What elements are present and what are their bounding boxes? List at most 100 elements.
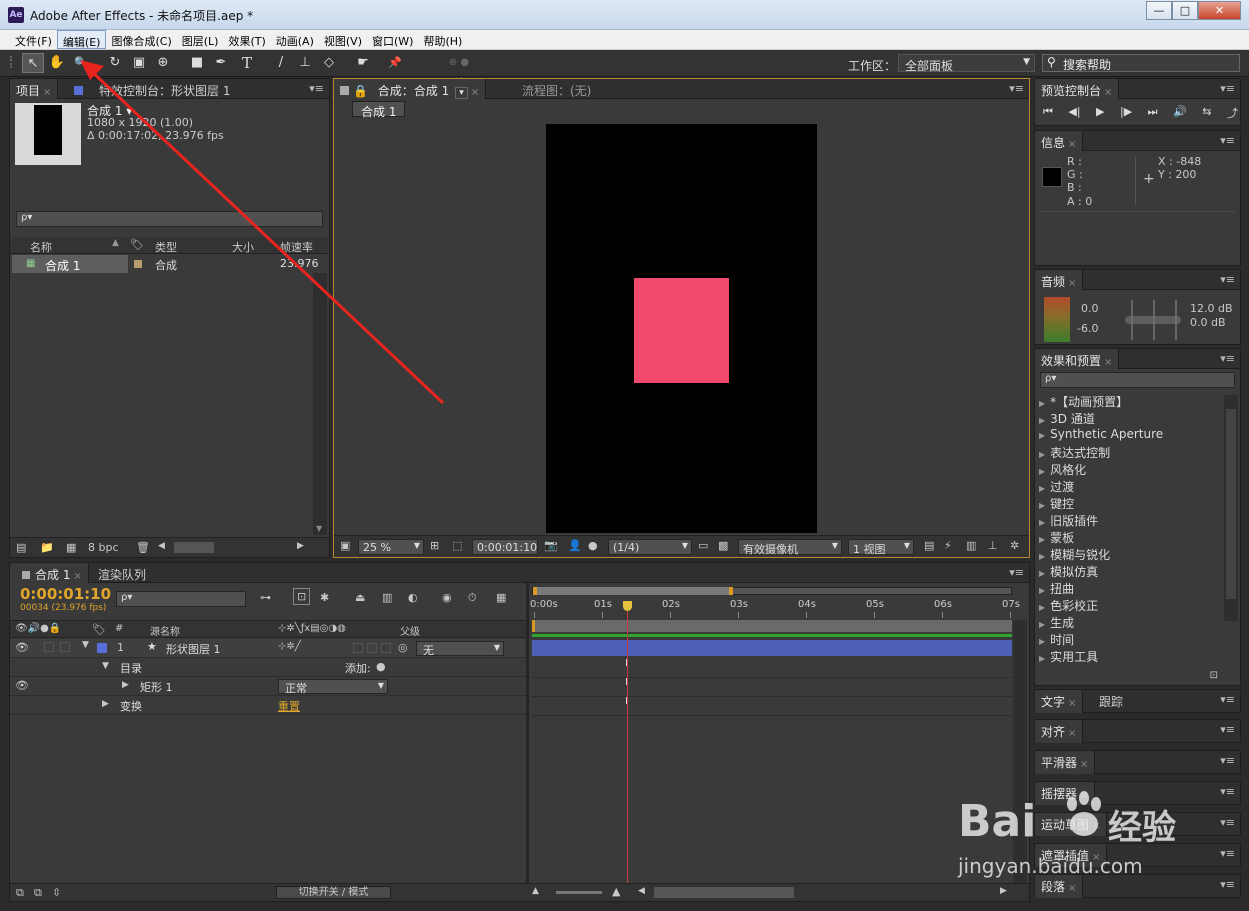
puppet-pin-tool-icon[interactable]: 📌 bbox=[384, 53, 406, 73]
col-fps[interactable]: 帧速率 bbox=[280, 239, 313, 255]
av-features-icons[interactable]: 👁🔊●🔒 bbox=[15, 623, 61, 634]
hscroll-thumb[interactable] bbox=[174, 542, 214, 553]
toggle-pixel-aspect-icon[interactable]: ▤ bbox=[924, 539, 934, 552]
audio-sliders[interactable] bbox=[1123, 300, 1183, 340]
channel-icon[interactable]: ● bbox=[588, 539, 598, 552]
layer-duration-bar[interactable] bbox=[532, 640, 1012, 656]
timeline-search-input[interactable]: ρ▾ bbox=[116, 591, 246, 607]
expand-rect-icon[interactable]: ▶ bbox=[122, 680, 129, 690]
project-scrollbar[interactable]: ▼ bbox=[313, 273, 327, 535]
panel-menu-icon[interactable]: ▾≡ bbox=[1220, 816, 1235, 829]
effects-category-item[interactable]: ▶ 表达式控制 bbox=[1039, 444, 1110, 461]
effects-category-item[interactable]: ▶ 键控 bbox=[1039, 495, 1074, 512]
rotate-tool-icon[interactable]: ↻ bbox=[104, 53, 126, 73]
minimize-button[interactable]: — bbox=[1146, 1, 1172, 20]
expand-category-icon[interactable]: ▶ bbox=[1039, 501, 1045, 510]
audio-icon[interactable]: 🔊 bbox=[1173, 105, 1187, 121]
panel-menu-icon[interactable]: ▾≡ bbox=[1220, 134, 1235, 147]
scroll-right-icon[interactable]: ▶ bbox=[297, 541, 304, 551]
menu-composition[interactable]: 图像合成(C) bbox=[106, 30, 176, 49]
close-tab-icon[interactable]: × bbox=[1068, 698, 1076, 709]
maximize-button[interactable]: □ bbox=[1172, 1, 1198, 20]
switches-icons[interactable]: ⊹✲╲ƒx▤◎◑◍ bbox=[278, 623, 346, 634]
col-name[interactable]: 名称 bbox=[30, 239, 52, 255]
always-preview-icon[interactable]: ▣ bbox=[340, 539, 350, 552]
toggle-switches-modes-button[interactable]: 切换开关 / 模式 bbox=[276, 886, 391, 899]
menu-edit[interactable]: 编辑(E) bbox=[56, 30, 107, 49]
effects-category-item[interactable]: ▶ 过渡 bbox=[1039, 478, 1074, 495]
layer-switches[interactable]: ⊹✲╱ bbox=[278, 641, 301, 652]
contents-row[interactable]: ▼ 目录 添加: ● bbox=[10, 658, 526, 677]
expand-category-icon[interactable]: ▶ bbox=[1039, 654, 1045, 663]
reset-exposure-icon[interactable]: ✲ bbox=[1010, 539, 1019, 552]
mask-visibility-icon[interactable]: ⬚ bbox=[452, 539, 462, 552]
view-layout-select[interactable]: 1 视图 ▼ bbox=[848, 539, 914, 556]
expand-category-icon[interactable]: ▶ bbox=[1039, 535, 1045, 544]
label-tag-icon[interactable]: 🏷 bbox=[92, 623, 106, 636]
scroll-left-icon[interactable]: ◀ bbox=[158, 541, 165, 551]
tab-paragraph[interactable]: 段落 × bbox=[1035, 875, 1084, 898]
toolbar-grip[interactable] bbox=[10, 56, 14, 68]
transparency-grid-icon[interactable]: ▩ bbox=[718, 539, 728, 552]
interpret-footage-icon[interactable]: ▤ bbox=[16, 541, 26, 554]
tab-align[interactable]: 对齐 × bbox=[1035, 720, 1084, 743]
work-area-range[interactable] bbox=[533, 587, 733, 595]
close-tab-icon[interactable]: × bbox=[471, 87, 479, 98]
bpc-label[interactable]: 8 bpc bbox=[88, 541, 119, 554]
expand-category-icon[interactable]: ▶ bbox=[1039, 620, 1045, 629]
panel-menu-icon[interactable]: ▾≡ bbox=[1220, 878, 1235, 891]
current-time-indicator[interactable] bbox=[627, 603, 628, 885]
camera-tool-icon[interactable]: ▣ bbox=[128, 53, 150, 73]
motion-blur-icon[interactable]: ◐ bbox=[408, 591, 418, 604]
expand-transform-icon[interactable]: ▶ bbox=[102, 699, 109, 709]
comp-dropdown-icon[interactable]: ▾ bbox=[455, 87, 468, 99]
panel-menu-icon[interactable]: ▾≡ bbox=[1009, 82, 1024, 95]
workspace-select[interactable]: 全部面板 ▼ bbox=[898, 54, 1035, 73]
in-out-pane-icon[interactable]: ⇳ bbox=[52, 886, 61, 899]
timeline-icon[interactable]: ▥ bbox=[966, 539, 976, 552]
label-color-swatch[interactable] bbox=[134, 260, 142, 268]
close-button[interactable]: ✕ bbox=[1198, 1, 1241, 20]
panel-menu-icon[interactable]: ▾≡ bbox=[1220, 723, 1235, 736]
effects-category-item[interactable]: ▶ 色彩校正 bbox=[1039, 597, 1098, 614]
draft-3d-icon[interactable]: ✱ bbox=[320, 591, 329, 604]
visibility-eye-icon[interactable]: 👁 bbox=[15, 641, 29, 654]
expand-category-icon[interactable]: ▶ bbox=[1039, 586, 1045, 595]
selection-tool-icon[interactable]: ↖ bbox=[22, 53, 44, 73]
expand-category-icon[interactable]: ▶ bbox=[1039, 399, 1045, 408]
mini-flowchart-icon[interactable]: ⊶ bbox=[260, 591, 271, 604]
timeline-current-time[interactable]: 0:00:01:10 bbox=[20, 585, 111, 603]
zoom-slider[interactable] bbox=[556, 891, 602, 894]
visibility-eye-icon[interactable]: 👁 bbox=[15, 679, 29, 692]
menu-help[interactable]: 帮助(H) bbox=[418, 30, 467, 49]
panel-menu-icon[interactable]: ▾≡ bbox=[1009, 566, 1024, 579]
close-tab-icon[interactable]: × bbox=[43, 87, 51, 98]
timeline-divider[interactable] bbox=[526, 583, 529, 885]
region-of-interest-icon[interactable]: ▭ bbox=[698, 539, 708, 552]
work-area-bar[interactable] bbox=[532, 620, 1012, 632]
close-tab-icon[interactable]: × bbox=[1104, 87, 1112, 98]
tab-effects-presets[interactable]: 效果和预置 × bbox=[1035, 349, 1120, 369]
close-tab-icon[interactable]: × bbox=[1068, 728, 1076, 739]
expand-category-icon[interactable]: ▶ bbox=[1039, 552, 1045, 561]
effects-category-item[interactable]: ▶ 蒙板 bbox=[1039, 529, 1074, 546]
tab-info[interactable]: 信息 × bbox=[1035, 131, 1084, 151]
zoom-out-icon[interactable]: ▲ bbox=[532, 886, 539, 896]
effects-category-item[interactable]: ▶ 生成 bbox=[1039, 614, 1074, 631]
new-folder-icon[interactable]: 📁 bbox=[40, 541, 54, 554]
loop-icon[interactable]: ⇆ bbox=[1202, 105, 1211, 121]
snapshot-icon[interactable]: 📷 bbox=[544, 539, 558, 552]
effects-category-item[interactable]: ▶ 风格化 bbox=[1039, 461, 1086, 478]
scroll-right-icon[interactable]: ▶ bbox=[1000, 886, 1007, 896]
parent-select[interactable]: 无 ▼ bbox=[416, 641, 504, 657]
rectangle-tool-icon[interactable]: ■ bbox=[186, 53, 208, 73]
menu-animation[interactable]: 动画(A) bbox=[271, 30, 319, 49]
label-tag-icon[interactable]: 🏷 bbox=[130, 238, 144, 251]
new-preset-icon[interactable]: ⊡ bbox=[1210, 670, 1218, 681]
auto-keyframe-icon[interactable]: ⏱ bbox=[468, 591, 477, 605]
expand-category-icon[interactable]: ▶ bbox=[1039, 484, 1045, 493]
hide-shy-icon[interactable]: ⏏ bbox=[355, 591, 365, 604]
shape-layer-rectangle[interactable] bbox=[634, 278, 729, 383]
close-tab-icon[interactable]: × bbox=[73, 571, 81, 582]
zoom-in-icon[interactable]: ▲ bbox=[612, 885, 620, 898]
